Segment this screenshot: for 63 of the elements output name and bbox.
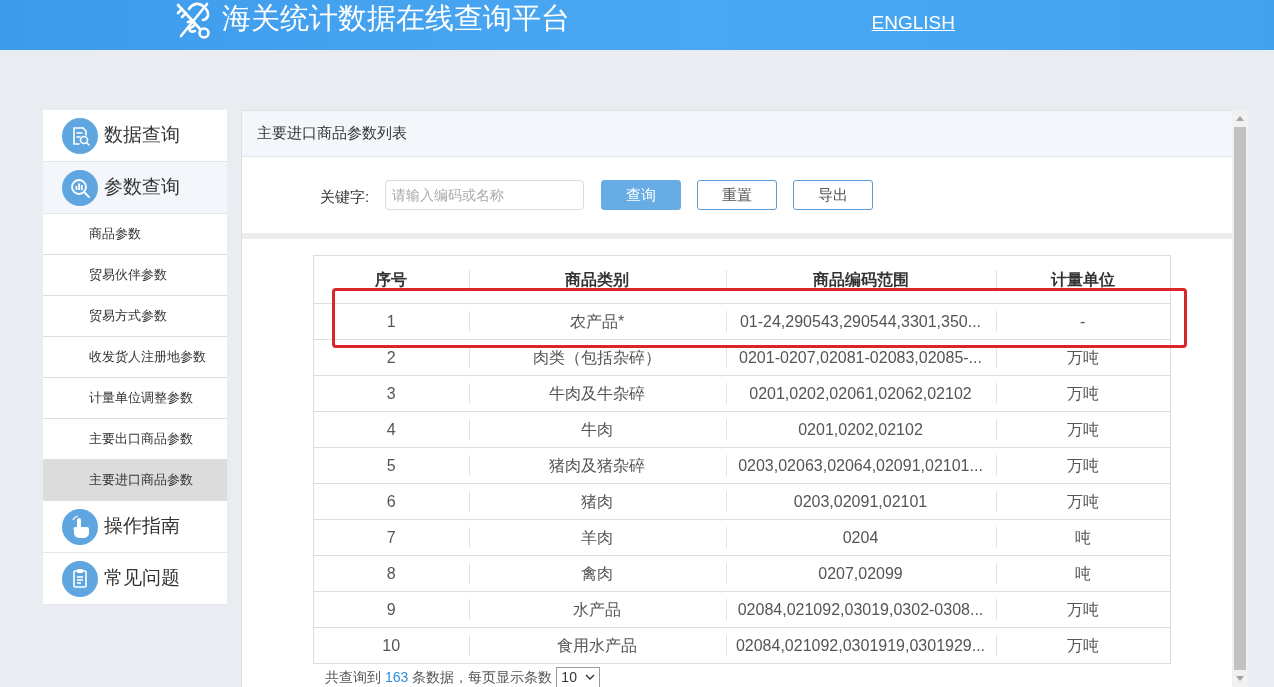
table-cell: 01-24,290543,290544,3301,350... bbox=[725, 303, 996, 340]
table-cell: 0204 bbox=[725, 519, 996, 556]
table-cell: 0201,0202,02061,02062,02102 bbox=[725, 375, 996, 412]
table-cell: 4 bbox=[313, 411, 469, 448]
panel-title: 主要进口商品参数列表 bbox=[257, 123, 407, 144]
table-cell: 吨 bbox=[995, 555, 1171, 592]
table-cell: 羊肉 bbox=[468, 519, 726, 556]
column-header: 计量单位 bbox=[995, 255, 1171, 304]
export-button[interactable]: 导出 bbox=[793, 180, 874, 210]
table-cell: 8 bbox=[313, 555, 469, 592]
table-cell: 农产品* bbox=[468, 303, 726, 340]
table-cell: 万吨 bbox=[995, 627, 1171, 664]
column-header: 序号 bbox=[313, 255, 469, 304]
caret-down-icon bbox=[584, 674, 595, 680]
clipboard-icon bbox=[62, 560, 98, 597]
table-cell: 肉类（包括杂碎） bbox=[468, 339, 726, 376]
table-cell: 万吨 bbox=[995, 447, 1171, 484]
table-cell: 5 bbox=[313, 447, 469, 484]
table-cell: 1 bbox=[313, 303, 469, 340]
table-cell: 0201-0207,02081-02083,02085-... bbox=[725, 339, 996, 376]
result-summary-text: 共查询到 163 条数据，每页显示条数 bbox=[325, 667, 553, 687]
table-cell: 食用水产品 bbox=[468, 627, 726, 664]
table-cell: 0203,02091,02101 bbox=[725, 483, 996, 520]
table-cell: 万吨 bbox=[995, 591, 1171, 628]
table-cell: 02084,021092,03019,0302-0308... bbox=[725, 591, 996, 628]
sidebar-subitem[interactable]: 主要进口商品参数 bbox=[43, 460, 227, 501]
reset-button[interactable]: 重置 bbox=[697, 180, 778, 210]
sidebar-item[interactable]: 参数查询 bbox=[43, 162, 227, 214]
table-cell: 0201,0202,02102 bbox=[725, 411, 996, 448]
table-cell: 0203,02063,02064,02091,02101... bbox=[725, 447, 996, 484]
table-cell: 3 bbox=[313, 375, 469, 412]
table-cell: 牛肉及牛杂碎 bbox=[468, 375, 726, 412]
scroll-down-arrow-icon[interactable] bbox=[1236, 676, 1244, 681]
magnifier-chart-icon bbox=[62, 169, 98, 206]
column-header: 商品类别 bbox=[468, 255, 726, 304]
table-cell: 9 bbox=[313, 591, 469, 628]
table-cell: 牛肉 bbox=[468, 411, 726, 448]
table-cell: 6 bbox=[313, 483, 469, 520]
table-cell: 禽肉 bbox=[468, 555, 726, 592]
hand-pointer-icon bbox=[62, 508, 98, 545]
table-cell: 02084,021092,0301919,0301929... bbox=[725, 627, 996, 664]
table-cell: 万吨 bbox=[995, 339, 1171, 376]
table-cell: 7 bbox=[313, 519, 469, 556]
column-header: 商品编码范围 bbox=[725, 255, 996, 304]
table-cell: 万吨 bbox=[995, 411, 1171, 448]
table-cell: 万吨 bbox=[995, 375, 1171, 412]
keyword-label: 关键字: bbox=[320, 186, 370, 207]
scrollbar[interactable] bbox=[1232, 110, 1248, 687]
scroll-up-arrow-icon[interactable] bbox=[1236, 116, 1244, 121]
document-search-icon bbox=[62, 117, 98, 154]
table-cell: 万吨 bbox=[995, 483, 1171, 520]
keyword-field[interactable]: 请输入编码或名称 bbox=[385, 180, 585, 210]
table-cell: - bbox=[995, 303, 1171, 340]
table-cell: 0207,02099 bbox=[725, 555, 996, 592]
table-cell: 猪肉 bbox=[468, 483, 726, 520]
page-size-select[interactable]: 10 bbox=[556, 666, 600, 687]
table-cell: 水产品 bbox=[468, 591, 726, 628]
scrollbar-thumb[interactable] bbox=[1234, 127, 1246, 670]
table-cell: 吨 bbox=[995, 519, 1171, 556]
table-cell: 10 bbox=[313, 627, 469, 664]
table-cell: 2 bbox=[313, 339, 469, 376]
table-cell: 猪肉及猪杂碎 bbox=[468, 447, 726, 484]
site-title: 海关统计数据在线查询平台 bbox=[222, 1, 570, 36]
